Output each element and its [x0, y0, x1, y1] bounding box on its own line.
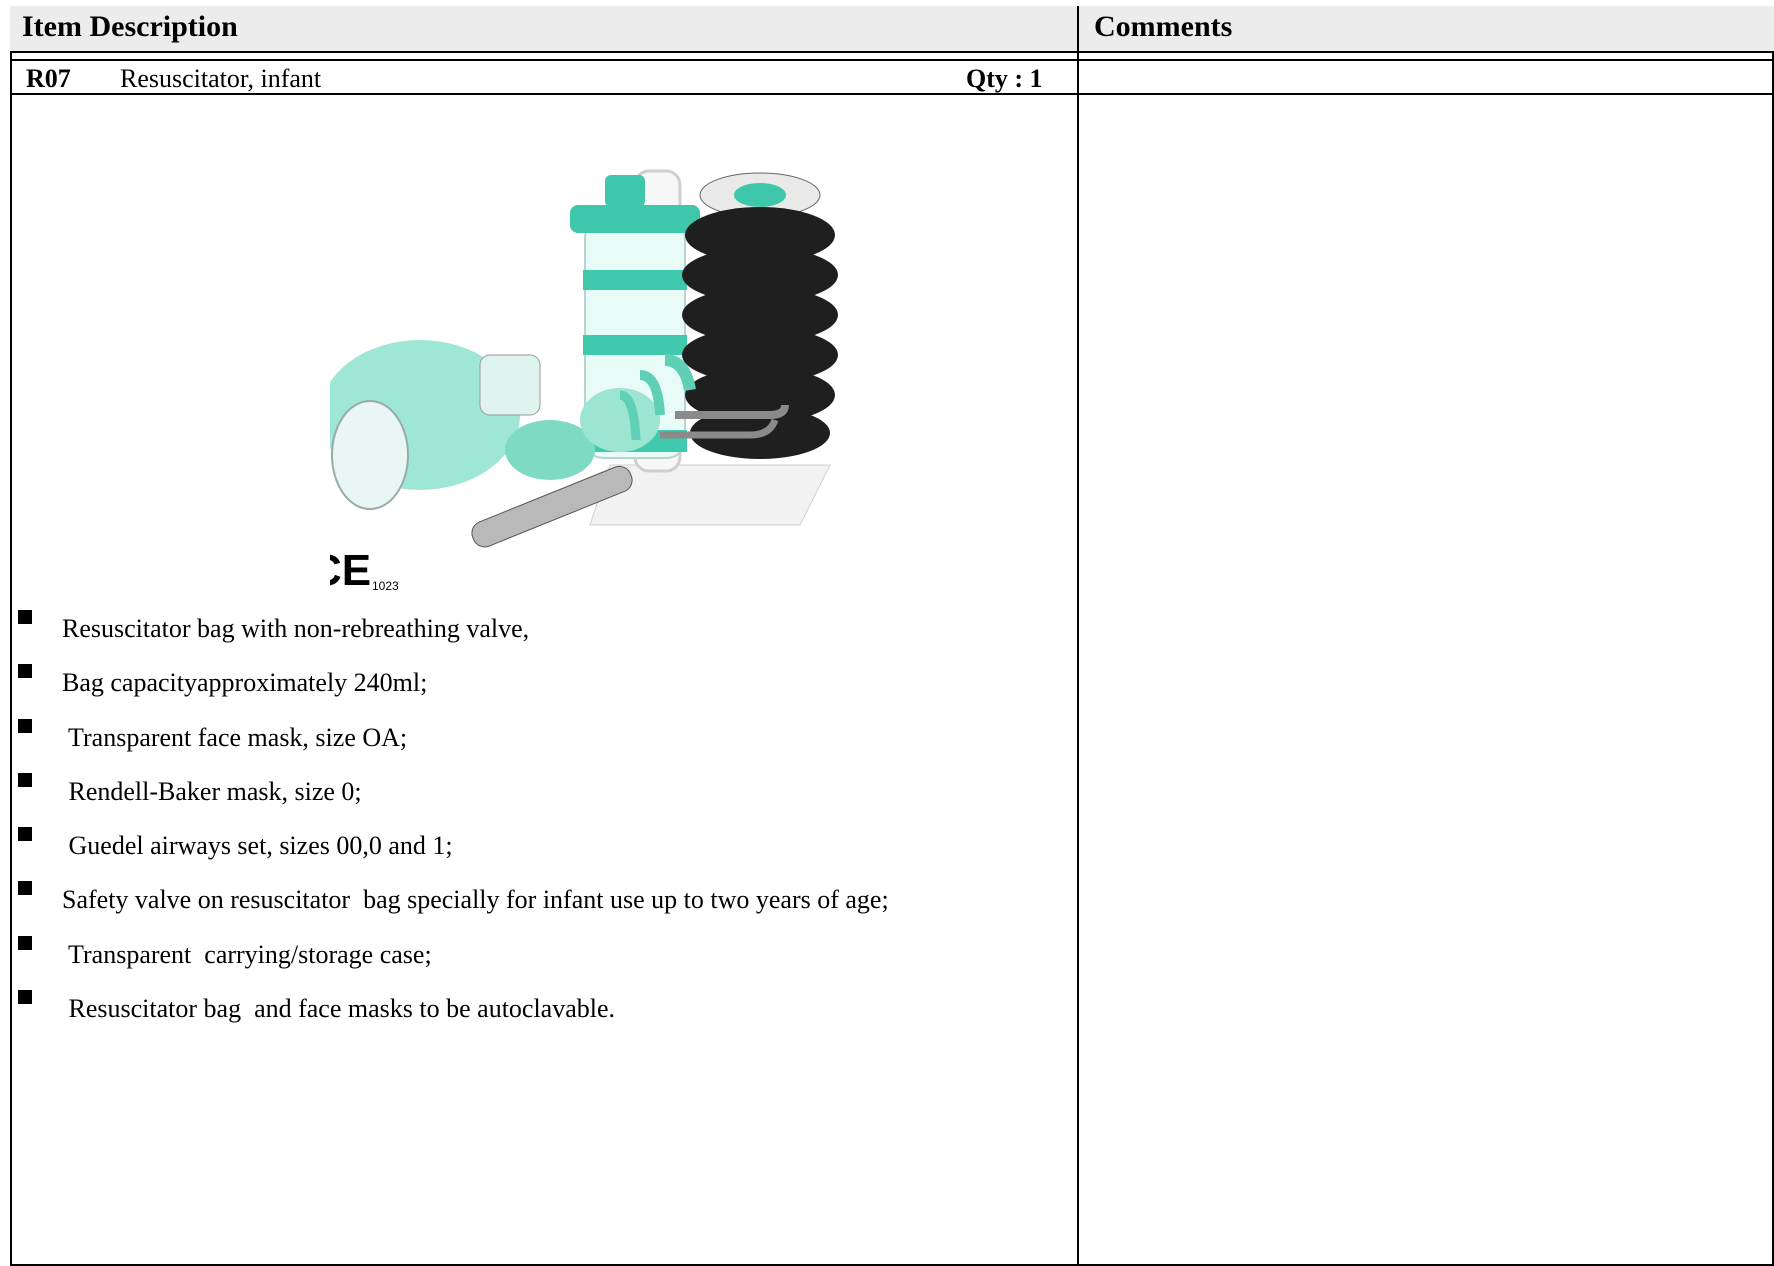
bullet-square-icon: [18, 718, 32, 733]
header-comments: Comments: [1094, 10, 1233, 43]
bullet-square-icon: [18, 610, 32, 624]
list-item: Safety valve on resuscitator bag special…: [18, 879, 1058, 933]
ce-mark: CE: [330, 546, 371, 595]
bullet-square-icon: [18, 827, 32, 842]
list-item: Guedel airways set, sizes 00,0 and 1;: [18, 825, 1058, 879]
list-item: Rendell-Baker mask, size 0;: [18, 771, 1058, 825]
bullet-square-icon: [18, 990, 32, 1005]
list-item: Bag capacityapproximately 240ml;: [18, 662, 1058, 716]
table-header-row: [10, 6, 1774, 53]
bullet-square-icon: [18, 935, 32, 950]
bullet-square-icon: [18, 881, 32, 896]
item-qty: Qty : 1: [966, 64, 1043, 93]
product-image: CE 1023: [330, 169, 838, 595]
specification-list: Resuscitator bag with non-rebreathing va…: [18, 608, 1058, 1042]
list-item: Resuscitator bag with non-rebreathing va…: [18, 608, 1058, 662]
item-name: Resuscitator, infant: [120, 64, 322, 93]
bullet-square-icon: [18, 772, 32, 787]
column-divider: [1077, 6, 1079, 1266]
bullet-square-icon: [18, 664, 32, 679]
item-code: R07: [26, 64, 71, 93]
ce-notified-body: 1023: [372, 579, 399, 593]
list-item: Transparent carrying/storage case;: [18, 934, 1058, 988]
header-item-description: Item Description: [22, 10, 238, 43]
list-item: Transparent face mask, size OA;: [18, 717, 1058, 771]
list-item: Resuscitator bag and face masks to be au…: [18, 988, 1058, 1042]
